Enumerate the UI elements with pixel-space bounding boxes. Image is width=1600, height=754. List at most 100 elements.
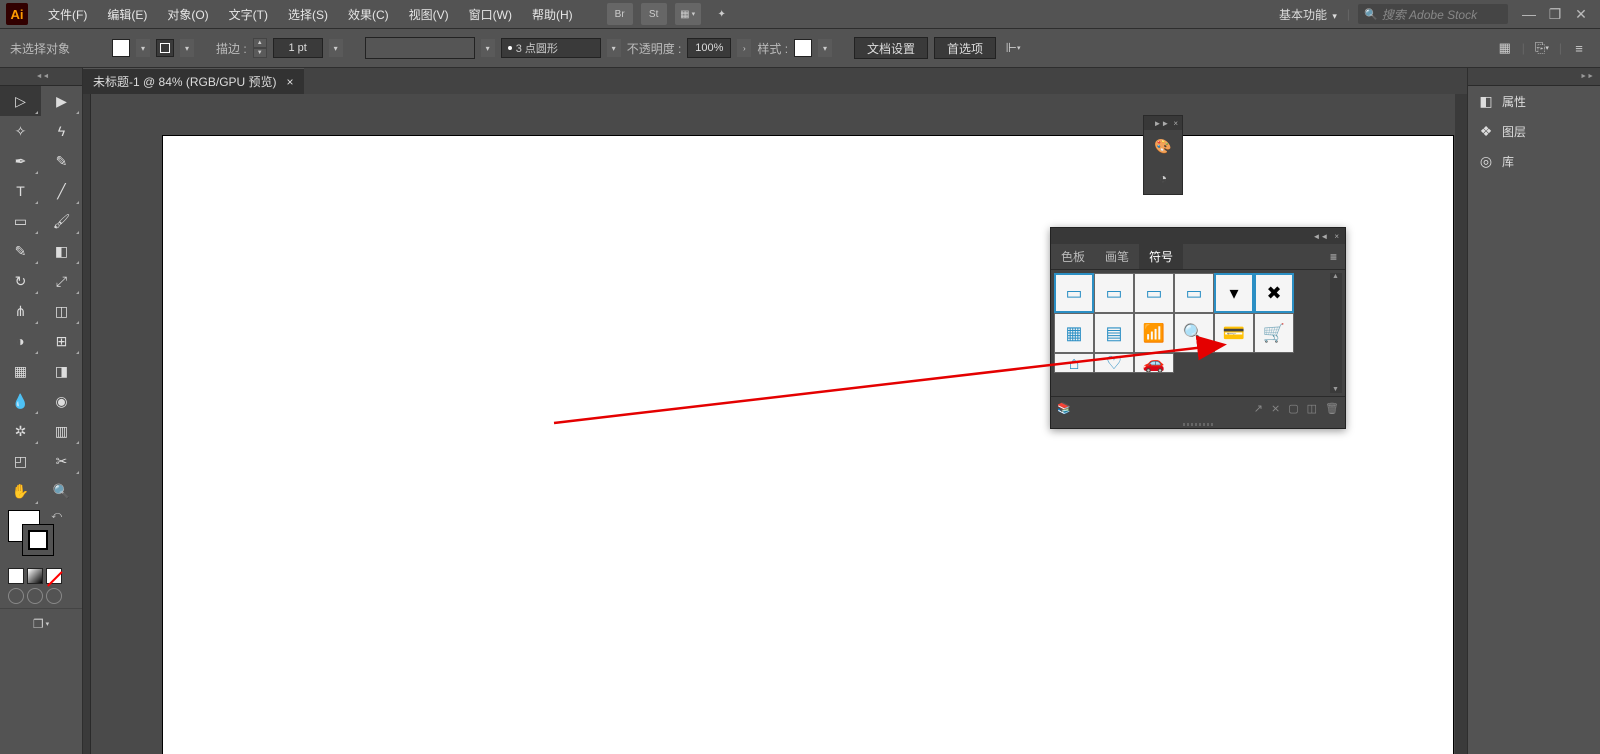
brush-definition[interactable]: 3 点圆形 [501,38,601,58]
document-setup-button[interactable]: 文档设置 [854,37,928,59]
symbol-grid[interactable]: ▦ [1054,313,1094,353]
symbols-scrollbar[interactable] [1330,273,1342,393]
stock-button[interactable]: St [641,3,667,25]
menu-object[interactable]: 对象(O) [157,2,218,27]
bridge-button[interactable]: Br [607,3,633,25]
mini-dock-collapse-icon[interactable]: ►► [1153,119,1169,128]
eraser-tool[interactable]: ◧ [41,236,82,266]
control-menu-icon[interactable]: ≡ [1568,37,1590,59]
screen-mode-button[interactable]: ❐▾ [0,608,82,638]
zoom-tool[interactable]: 🔍 [41,476,82,506]
free-transform-tool[interactable]: ◫ [41,296,82,326]
direct-selection-tool[interactable]: ▶ [41,86,82,116]
fill-swatch[interactable] [112,39,130,57]
stroke-weight-dropdown[interactable]: ▾ [329,39,343,57]
menu-window[interactable]: 窗口(W) [459,2,522,27]
mini-dock-header[interactable]: ►► × [1144,116,1182,130]
magic-wand-tool[interactable]: ✧ [0,116,41,146]
shape-builder-tool[interactable]: ◑ [0,326,41,356]
blend-tool[interactable]: ◉ [41,386,82,416]
layers-panel-button[interactable]: ❖ 图层 [1468,116,1600,146]
graphic-style-dropdown[interactable]: ▾ [818,39,832,57]
stock-search-input[interactable]: 🔍 搜索 Adobe Stock [1358,4,1508,24]
draw-behind[interactable] [27,588,43,604]
symbols-panel-header[interactable]: ◄◄ × [1051,228,1345,244]
place-symbol-instance-icon[interactable]: ↗ [1254,402,1263,415]
lasso-tool[interactable]: ϟ [41,116,82,146]
variable-width-dropdown[interactable]: ▾ [481,39,495,57]
properties-panel-button[interactable]: ◧ 属性 [1468,86,1600,116]
symbol-button-1[interactable]: ▭ [1054,273,1094,313]
symbol-card[interactable]: 💳 [1214,313,1254,353]
vertical-scrollbar[interactable] [1455,94,1467,754]
stroke-weight-stepper[interactable]: ▲▼ [253,38,267,58]
mesh-tool[interactable]: ▦ [0,356,41,386]
document-tab[interactable]: 未标题-1 @ 84% (RGB/GPU 预览) × [83,68,304,94]
variable-width-profile[interactable] [365,37,475,59]
selection-tool[interactable]: ▷ [0,86,41,116]
workspace-switcher[interactable]: 基本功能 ▾ [1269,4,1347,25]
transform-panel-icon[interactable]: ▦ [1494,37,1516,59]
perspective-grid-tool[interactable]: ⊞ [41,326,82,356]
mini-dock[interactable]: ►► × 🎨 ◔ [1143,115,1183,195]
mini-dock-close-icon[interactable]: × [1173,119,1178,128]
symbols-panel[interactable]: ◄◄ × 色板 画笔 符号 ≡ ▭ ▭ ▭ ▭ ▾ ✖ ▦ ▤ 📶 🔍 💳 🛒 … [1050,227,1346,429]
stroke-swatch[interactable] [156,39,174,57]
color-panel-icon[interactable]: 🎨 [1144,130,1182,162]
align-to-button[interactable]: ⊩▾ [1002,37,1024,59]
menu-select[interactable]: 选择(S) [278,2,338,27]
paintbrush-tool[interactable]: 🖌 [41,206,82,236]
symbol-search[interactable]: 🔍 [1174,313,1214,353]
menu-file[interactable]: 文件(F) [38,2,97,27]
symbol-options-icon[interactable]: ▢ [1288,402,1298,415]
symbols-panel-menu[interactable]: ≡ [1322,250,1345,264]
rectangle-tool[interactable]: ▭ [0,206,41,236]
gradient-tool[interactable]: ◨ [41,356,82,386]
delete-symbol-icon[interactable]: 🗑 [1325,402,1339,415]
slice-tool[interactable]: ✂ [41,446,82,476]
symbol-sprayer-tool[interactable]: ✲ [0,416,41,446]
minimize-button[interactable]: — [1516,3,1542,25]
libraries-panel-button[interactable]: ◎ 库 [1468,146,1600,176]
menu-help[interactable]: 帮助(H) [522,2,583,27]
symbol-dropdown[interactable]: ▾ [1214,273,1254,313]
symbol-button-3[interactable]: ▭ [1134,273,1174,313]
graphic-style-swatch[interactable] [794,39,812,57]
scale-tool[interactable]: ⤢ [41,266,82,296]
restore-button[interactable]: ❐ [1542,3,1568,25]
right-dock-collapse[interactable] [1468,68,1600,86]
symbol-libraries-menu[interactable]: 📚 [1057,402,1071,415]
symbols-panel-resize[interactable] [1051,420,1345,428]
opacity-dropdown[interactable]: › [737,39,751,57]
stroke-dropdown[interactable]: ▾ [180,39,194,57]
symbol-rss[interactable]: 📶 [1134,313,1174,353]
arrange-documents-button[interactable]: ▦▾ [675,3,701,25]
fill-stroke-control[interactable]: ⤺ [8,510,74,564]
eyedropper-tool[interactable]: 💧 [0,386,41,416]
symbol-car[interactable]: 🚗 [1134,353,1174,373]
close-window-button[interactable]: ✕ [1568,3,1594,25]
swap-fill-stroke-icon[interactable]: ⤺ [51,510,62,521]
stroke-box[interactable] [22,524,54,556]
shaper-tool[interactable]: ✎ [0,236,41,266]
symbol-button-4[interactable]: ▭ [1174,273,1214,313]
gpu-preview-button[interactable]: ✦ [709,3,735,25]
brushes-tab[interactable]: 画笔 [1095,244,1139,269]
fill-dropdown[interactable]: ▾ [136,39,150,57]
symbol-close[interactable]: ✖ [1254,273,1294,313]
draw-inside[interactable] [46,588,62,604]
tools-collapse[interactable] [0,68,82,86]
symbol-film[interactable]: ▤ [1094,313,1134,353]
isolate-icon[interactable]: ⎘▾ [1531,37,1553,59]
color-mode-gradient[interactable] [27,568,43,584]
menu-view[interactable]: 视图(V) [399,2,459,27]
color-mode-none[interactable] [46,568,62,584]
swatches-tab[interactable]: 色板 [1051,244,1095,269]
menu-edit[interactable]: 编辑(E) [97,2,157,27]
column-graph-tool[interactable]: ▥ [41,416,82,446]
opacity-input[interactable]: 100% [687,38,731,58]
menu-type[interactable]: 文字(T) [219,2,278,27]
document-tab-close[interactable]: × [287,75,294,89]
symbol-home[interactable]: ⌂ [1054,353,1094,373]
pen-tool[interactable]: ✒ [0,146,41,176]
